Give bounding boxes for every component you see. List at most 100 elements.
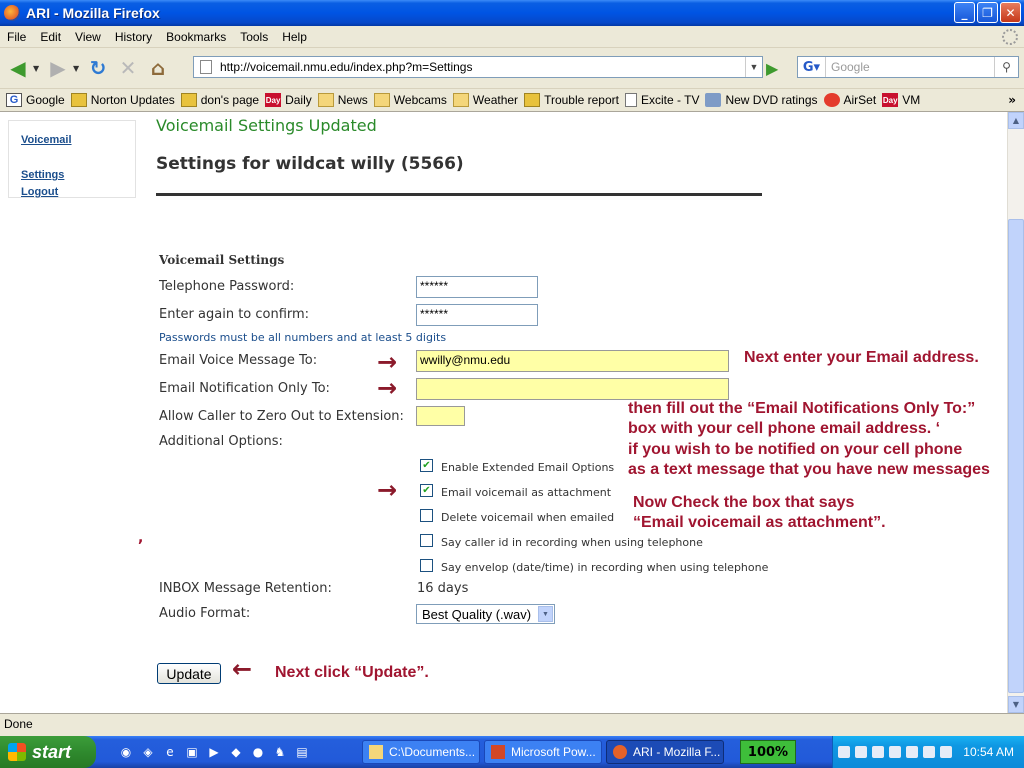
quicklaunch-icon[interactable]: ◉ [118,744,134,760]
annotation-notify-line3: if you wish to be notified on your cell … [628,441,963,458]
volume-icon[interactable] [940,746,952,758]
quick-launch: ◉ ◈ e ▣ ▶ ◆ ● ♞ ▤ [118,744,310,760]
bookmark-daily[interactable]: Day Daily [265,93,312,107]
url-history-dropdown-icon[interactable]: ▼ [745,57,762,77]
annotation-arrow-left-icon: ← [232,655,253,683]
say-envelope-checkbox[interactable] [420,559,433,572]
quicklaunch-icon[interactable]: ▣ [184,744,200,760]
back-history-dropdown-icon[interactable]: ▼ [33,64,43,73]
nav-link-logout[interactable]: Logout [21,186,58,198]
status-bar: Done [0,713,1024,733]
attachment-checkbox[interactable]: ✔ [420,484,433,497]
say-callerid-checkbox[interactable] [420,534,433,547]
telephone-password-label: Telephone Password: [159,279,295,294]
reload-button[interactable]: ↻ [83,53,113,83]
bookmark-new-dvd-ratings[interactable]: New DVD ratings [705,93,818,107]
email-voice-field[interactable]: wwilly@nmu.edu [416,350,729,372]
bookmark-excite-tv[interactable]: Excite - TV [625,93,699,107]
email-notify-field[interactable] [416,378,729,400]
maximize-button[interactable]: ❐ [977,2,998,23]
airset-icon [823,93,840,107]
home-button[interactable]: ⌂ [143,53,173,83]
folder-icon [369,745,383,759]
search-box[interactable]: G▾ Google ⚲ [797,56,1019,78]
bookmark-google[interactable]: G Google [6,93,65,107]
quicklaunch-icon[interactable]: ♞ [272,744,288,760]
bookmarks-overflow-icon[interactable]: » [1008,93,1016,107]
bookmark-vm[interactable]: Day VM [882,93,920,107]
menu-help[interactable]: Help [275,30,314,44]
bookmark-news[interactable]: News [317,93,368,107]
menu-tools[interactable]: Tools [233,30,275,44]
window-title: ARI - Mozilla Firefox [26,5,160,21]
google-icon: G [6,93,22,107]
page-icon [200,60,212,74]
bookmark-webcams[interactable]: Webcams [373,93,447,107]
clock: 10:54 AM [963,745,1014,759]
menu-bookmarks[interactable]: Bookmarks [159,30,233,44]
powerpoint-icon [491,745,505,759]
vertical-scrollbar[interactable]: ▲ ▼ [1007,112,1024,713]
forward-history-dropdown-icon[interactable]: ▼ [73,64,83,73]
tray-icon[interactable] [889,746,901,758]
search-icon[interactable]: ⚲ [994,57,1018,77]
menu-edit[interactable]: Edit [33,30,68,44]
scroll-down-icon[interactable]: ▼ [1008,696,1024,713]
quicklaunch-icon[interactable]: ◆ [228,744,244,760]
firefox-icon [613,745,627,759]
audio-format-label: Audio Format: [159,606,251,621]
audio-format-select[interactable]: Best Quality (.wav) ▼ [416,604,555,624]
quicklaunch-icon[interactable]: ▤ [294,744,310,760]
update-button[interactable]: Update [157,663,221,684]
zoom-indicator[interactable]: 100% [740,740,796,764]
taskbar-button-explorer[interactable]: C:\Documents... [362,740,480,764]
confirm-password-field[interactable]: ****** [416,304,538,326]
bookmark-dons-page[interactable]: don's page [180,93,259,107]
delete-emailed-checkbox[interactable] [420,509,433,522]
back-button[interactable]: ◀ [3,53,33,83]
bookmark-weather[interactable]: Weather [452,93,518,107]
scroll-up-icon[interactable]: ▲ [1008,112,1024,129]
firefox-icon[interactable]: ● [250,744,266,760]
annotation-attach-line1: Now Check the box that says [633,494,855,511]
stop-button[interactable]: ✕ [113,53,143,83]
annotation-arrow-right-icon: → [377,348,398,376]
confirm-password-label: Enter again to confirm: [159,307,310,322]
extended-email-checkbox[interactable]: ✔ [420,459,433,472]
tray-icon[interactable] [872,746,884,758]
menu-file[interactable]: File [0,30,33,44]
tray-icon[interactable] [838,746,850,758]
menu-view[interactable]: View [68,30,108,44]
media-player-icon[interactable]: ▶ [206,744,222,760]
telephone-password-field[interactable]: ****** [416,276,538,298]
url-bar[interactable]: http://voicemail.nmu.edu/index.php?m=Set… [193,56,763,78]
tray-icon[interactable] [923,746,935,758]
nav-link-voicemail[interactable]: Voicemail [21,134,72,146]
forward-button[interactable]: ▶ [43,53,73,83]
bookmark-norton-updates[interactable]: Norton Updates [70,93,175,107]
chevron-down-icon[interactable]: ▼ [538,606,553,622]
bookmark-trouble-report[interactable]: Trouble report [524,93,619,107]
scrollbar-thumb[interactable] [1008,219,1024,693]
taskbar: start ◉ ◈ e ▣ ▶ ◆ ● ♞ ▤ C:\Documents... … [0,736,1024,768]
annotation-update: Next click “Update”. [275,664,429,681]
start-button[interactable]: start [0,736,96,768]
tray-icon[interactable] [906,746,918,758]
day-badge-icon: Day [265,93,282,107]
nav-link-settings[interactable]: Settings [21,169,64,181]
go-button[interactable]: ▶ [766,59,778,78]
tray-icon[interactable] [855,746,867,758]
taskbar-button-powerpoint[interactable]: Microsoft Pow... [484,740,602,764]
minimize-button[interactable]: _ [954,2,975,23]
day-badge-icon: Day [882,93,899,107]
page-icon [625,93,637,107]
taskbar-button-firefox[interactable]: ARI - Mozilla F... [606,740,724,764]
menu-history[interactable]: History [108,30,159,44]
close-button[interactable]: ✕ [1000,2,1021,23]
quicklaunch-icon[interactable]: ◈ [140,744,156,760]
page-viewport: Voicemail Settings Logout Voicemail Sett… [0,112,1024,713]
bookmark-airset[interactable]: AirSet [823,93,876,107]
zero-out-field[interactable] [416,406,465,426]
ie-icon[interactable]: e [162,744,178,760]
search-engine-icon[interactable]: G▾ [798,57,826,77]
